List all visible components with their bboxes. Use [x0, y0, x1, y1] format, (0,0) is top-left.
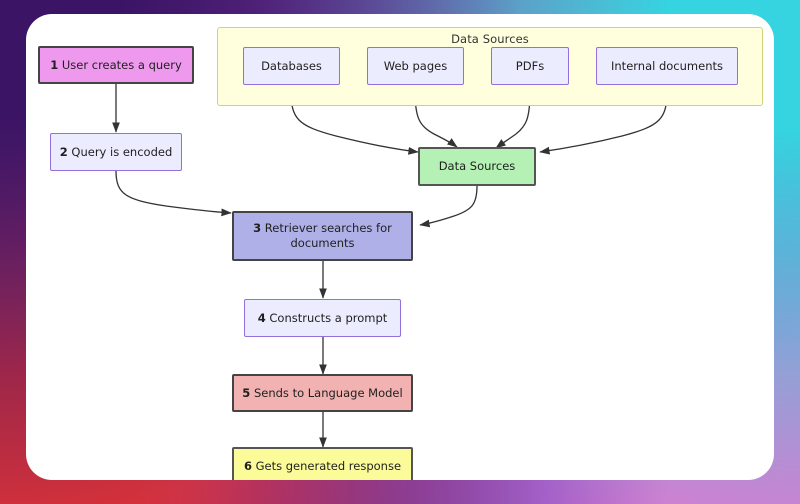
- node-step-4-number: 4: [257, 310, 266, 325]
- node-step-6-label: Gets generated response: [251, 458, 402, 473]
- node-pdfs[interactable]: PDFs: [491, 47, 569, 85]
- node-step-2-label: Query is encoded: [67, 144, 173, 159]
- flowchart-diagram: Data Sources Databases Web pages PDFs In…: [26, 14, 774, 480]
- node-web-pages[interactable]: Web pages: [367, 47, 464, 85]
- edge-hub-step3: [419, 185, 478, 228]
- node-data-sources-hub-label: Data Sources: [438, 159, 516, 173]
- node-databases-label: Databases: [261, 58, 322, 73]
- subgraph-label: Data Sources: [451, 32, 529, 46]
- node-pdfs-label: PDFs: [515, 58, 545, 73]
- node-web-pages-label: Web pages: [383, 58, 448, 73]
- node-internal-documents-label: Internal documents: [611, 58, 723, 73]
- node-step-5-label: Sends to Language Model: [250, 385, 403, 400]
- gradient-backdrop: Data Sources Databases Web pages PDFs In…: [0, 0, 800, 504]
- node-step-6[interactable]: 6 Gets generated response: [232, 447, 413, 480]
- node-step-4[interactable]: 4 Constructs a prompt: [244, 299, 401, 337]
- edge-step2-step3: [115, 170, 232, 217]
- node-step-2-number: 2: [59, 144, 68, 159]
- node-step-3-number: 3: [253, 221, 262, 235]
- node-step-5[interactable]: 5 Sends to Language Model: [232, 374, 413, 412]
- node-step-2[interactable]: 2 Query is encoded: [50, 133, 182, 171]
- node-step-3-label: Retriever searches for documents: [261, 221, 392, 250]
- node-step-6-number: 6: [243, 458, 252, 473]
- node-step-4-label: Constructs a prompt: [265, 310, 388, 325]
- node-internal-documents[interactable]: Internal documents: [596, 47, 738, 85]
- node-data-sources-hub[interactable]: Data Sources: [418, 147, 536, 186]
- node-databases[interactable]: Databases: [243, 47, 340, 85]
- node-step-3[interactable]: 3 Retriever searches for documents: [232, 211, 413, 261]
- node-step-1-label: User creates a query: [58, 57, 182, 72]
- node-step-1[interactable]: 1 User creates a query: [38, 46, 194, 84]
- diagram-card: Data Sources Databases Web pages PDFs In…: [26, 14, 774, 480]
